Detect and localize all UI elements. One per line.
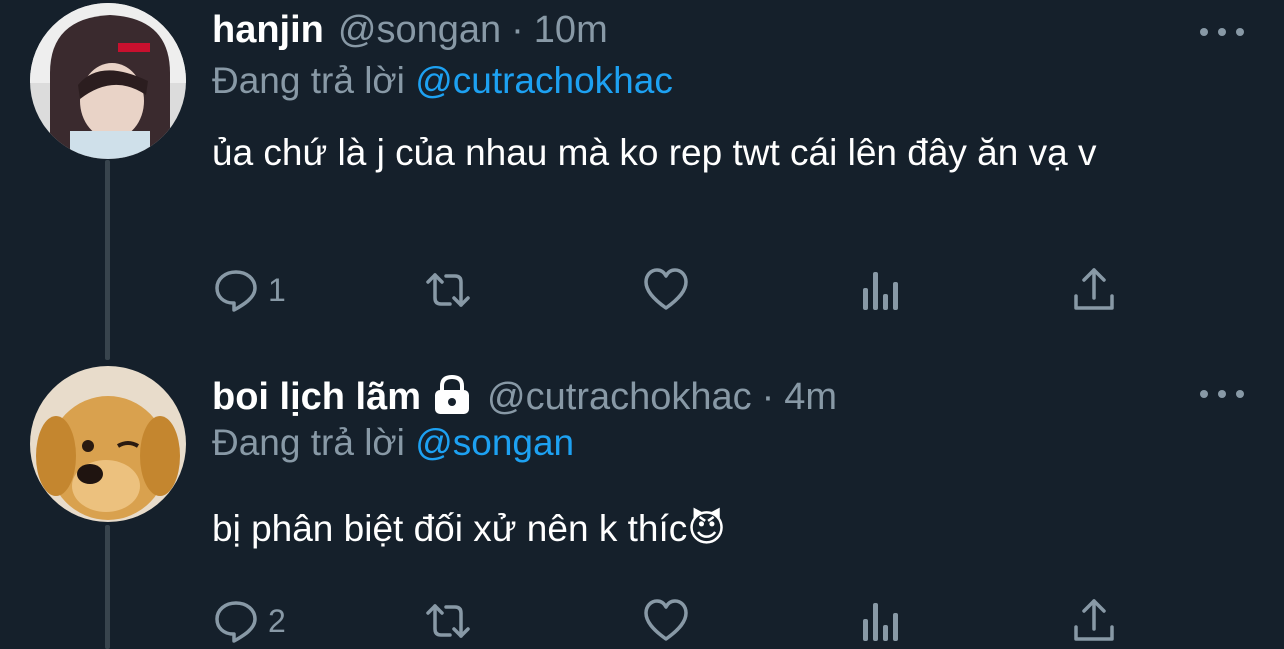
reply-count: 1 <box>268 271 286 308</box>
user-handle[interactable]: @cutrachokhac <box>487 376 752 419</box>
timestamp[interactable]: 4m <box>784 376 837 419</box>
analytics-icon <box>863 272 898 310</box>
tweet-header: hanjin @songan · 10m <box>212 5 608 55</box>
like-button[interactable] <box>642 265 690 315</box>
timestamp[interactable]: 10m <box>534 9 608 52</box>
tweet-text: ủa chứ là j của nhau mà ko rep twt cái l… <box>212 132 1097 173</box>
tweet-text: bị phân biệt đối xử nên k thíc😈 <box>212 508 726 549</box>
avatar[interactable] <box>30 366 186 522</box>
reply-context: Đang trả lời @songan <box>212 422 574 464</box>
avatar[interactable] <box>30 3 186 159</box>
user-handle[interactable]: @songan <box>338 9 501 52</box>
reply-prefix: Đang trả lời <box>212 422 405 463</box>
tweet-header: boi lịch lãm @cutrachokhac · 4m <box>212 372 837 422</box>
reply-mention-link[interactable]: @cutrachokhac <box>415 60 673 101</box>
tweet-actions: 1 <box>212 265 1212 315</box>
display-name[interactable]: hanjin <box>212 9 324 52</box>
reply-prefix: Đang trả lời <box>212 60 405 101</box>
share-icon <box>1074 599 1114 641</box>
reply-mention-link[interactable]: @songan <box>415 422 574 463</box>
separator-dot: · <box>761 375 775 418</box>
retweet-icon <box>426 273 470 307</box>
more-horizontal-icon <box>1200 28 1208 36</box>
more-options-button[interactable] <box>1200 384 1244 404</box>
more-horizontal-icon <box>1236 390 1244 398</box>
tweet[interactable]: boi lịch lãm @cutrachokhac · 4m Đang trả… <box>0 360 1284 649</box>
tweet-actions: 2 <box>212 596 1212 646</box>
share-button[interactable] <box>1070 596 1118 646</box>
retweet-icon <box>426 604 470 638</box>
more-horizontal-icon <box>1200 390 1208 398</box>
lock-icon <box>431 374 473 420</box>
retweet-button[interactable] <box>424 265 472 315</box>
reply-button[interactable]: 2 <box>212 596 286 646</box>
heart-icon <box>644 599 688 641</box>
more-horizontal-icon <box>1236 28 1244 36</box>
separator-dot: · <box>511 8 524 51</box>
more-horizontal-icon <box>1218 390 1226 398</box>
reply-context: Đang trả lời @cutrachokhac <box>212 60 673 102</box>
share-button[interactable] <box>1070 265 1118 315</box>
more-options-button[interactable] <box>1200 22 1244 42</box>
analytics-button[interactable] <box>857 265 905 315</box>
reply-icon <box>215 270 257 312</box>
display-name[interactable]: boi lịch lãm <box>212 376 421 419</box>
share-icon <box>1074 268 1114 310</box>
analytics-icon <box>863 603 898 641</box>
reply-icon <box>215 601 257 643</box>
retweet-button[interactable] <box>424 596 472 646</box>
tweet[interactable]: hanjin @songan · 10m Đang trả lời @cutra… <box>0 0 1284 360</box>
reply-button[interactable]: 1 <box>212 265 286 315</box>
heart-icon <box>644 268 688 310</box>
analytics-button[interactable] <box>857 596 905 646</box>
reply-count: 2 <box>268 602 286 639</box>
like-button[interactable] <box>642 596 690 646</box>
more-horizontal-icon <box>1218 28 1226 36</box>
